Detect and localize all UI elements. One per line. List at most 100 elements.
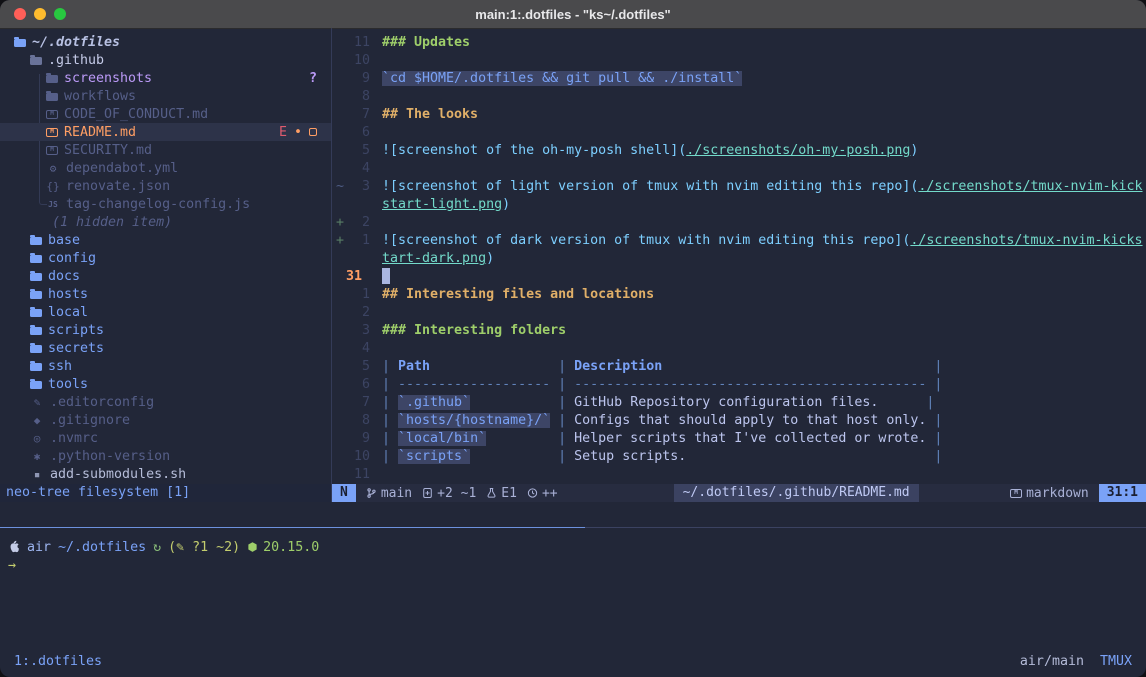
tree-item-config[interactable]: config (0, 249, 331, 267)
tree-item-editorconfig[interactable]: ✎ .editorconfig (0, 393, 331, 411)
minimize-button[interactable] (34, 8, 46, 20)
json-braces-icon: {} (46, 180, 60, 193)
folder-icon (30, 327, 42, 335)
tree-item-dependabot[interactable]: ⚙ dependabot.yml (0, 159, 331, 177)
tree-item-renovate[interactable]: {} renovate.json (0, 177, 331, 195)
editor-line[interactable]: 11 (332, 466, 1146, 484)
editor-line[interactable]: 1## Interesting files and locations (332, 286, 1146, 304)
line-text: `cd $HOME/.dotfiles && git pull && ./ins… (382, 70, 742, 88)
editor-buffer: 11### Updates 10 9 `cd $HOME/.dotfiles &&… (332, 28, 1146, 490)
line-number: 9 (346, 70, 370, 88)
tree-item-hosts[interactable]: hosts (0, 285, 331, 303)
git-diff-item: +2 ~1 (422, 486, 476, 501)
line-number: 8 (346, 412, 370, 430)
editor-line[interactable]: 11### Updates (332, 34, 1146, 52)
tree-item-label: tag-changelog-config.js (66, 197, 250, 212)
line-text: | `scripts` | Setup scripts. | (382, 448, 942, 466)
apple-icon (8, 540, 20, 554)
tree-item-screenshots[interactable]: screenshots ? (0, 69, 331, 87)
editor-line[interactable]: 4 (332, 340, 1146, 358)
editor-line[interactable]: ~3![screenshot of light version of tmux … (332, 178, 1146, 196)
tree-item-root[interactable]: ~/.dotfiles (0, 33, 331, 51)
editor-line[interactable]: 6 (332, 124, 1146, 142)
tmux-session-name: air/main (1020, 654, 1084, 669)
tree-item-tag-changelog[interactable]: JS tag-changelog-config.js (0, 195, 331, 213)
editor-line[interactable]: 3### Interesting folders (332, 322, 1146, 340)
tree-item-local[interactable]: local (0, 303, 331, 321)
shell-input-line[interactable]: → (8, 556, 16, 574)
editor-line[interactable]: 8 (332, 88, 1146, 106)
diamond-icon: ◆ (30, 414, 44, 427)
file-path: ~/.dotfiles/.github/README.md (674, 484, 919, 502)
editor-line[interactable]: 7## The looks (332, 106, 1146, 124)
tree-item-ssh[interactable]: ssh (0, 357, 331, 375)
tree-item-tools[interactable]: tools (0, 375, 331, 393)
tree-item-label: renovate.json (66, 179, 170, 194)
tree-item-scripts[interactable]: scripts (0, 321, 331, 339)
folder-icon (30, 291, 42, 299)
active-pane-border[interactable] (0, 527, 585, 528)
tree-item-label: base (48, 233, 80, 248)
line-number: 11 (346, 466, 370, 484)
line-text: | `local/bin` | Helper scripts that I've… (382, 430, 942, 448)
folder-icon (30, 345, 42, 353)
tree-item-label: hosts (48, 287, 88, 302)
mode-indicator: N (332, 484, 356, 502)
tree-item-label: screenshots (64, 71, 152, 86)
line-number: 10 (346, 52, 370, 70)
tree-item-label: README.md (64, 125, 136, 140)
tree-hidden-count: (1 hidden item) (0, 213, 331, 231)
line-number: 2 (346, 214, 370, 232)
editor-line[interactable]: +2 (332, 214, 1146, 232)
line-number: 7 (346, 106, 370, 124)
editor-line[interactable]: 4 (332, 160, 1146, 178)
line-number: 3 (346, 178, 370, 196)
editor-line[interactable]: 7| `.github` | GitHub Repository configu… (332, 394, 1146, 412)
tmux-window-tab[interactable]: 1:.dotfiles (14, 654, 102, 669)
editor-line[interactable]: 6| ------------------- | ---------------… (332, 376, 1146, 394)
editor-line[interactable]: 9| `local/bin` | Helper scripts that I'v… (332, 430, 1146, 448)
editor-line[interactable]: +1![screenshot of dark version of tmux w… (332, 232, 1146, 250)
tree-item-label: .gitignore (50, 413, 130, 428)
tree-item-gitignore[interactable]: ◆ .gitignore (0, 411, 331, 429)
node-segment: 20.15.0 (247, 540, 319, 555)
editor-line[interactable]: 2 (332, 304, 1146, 322)
tree-item-docs[interactable]: docs (0, 267, 331, 285)
tree-item-workflows[interactable]: workflows (0, 87, 331, 105)
editor-line[interactable]: 5![screenshot of the oh-my-posh shell](.… (332, 142, 1146, 160)
git-sync-icon: ↻ (153, 540, 161, 555)
flask-icon (486, 487, 497, 499)
tree-item-github[interactable]: .github (0, 51, 331, 69)
close-button[interactable] (14, 8, 26, 20)
markdown-icon (1010, 489, 1022, 498)
cwd-path: ~/.dotfiles (58, 540, 146, 555)
editor-line[interactable]: 10 (332, 52, 1146, 70)
editor-line-wrap[interactable]: tart-dark.png) (332, 250, 1146, 268)
editor-current-line[interactable]: 31 (332, 268, 1146, 286)
line-text: ## Interesting files and locations (382, 286, 654, 304)
tree-item-label: scripts (48, 323, 104, 338)
line-number: 1 (346, 232, 370, 250)
tree-item-readme-selected[interactable]: README.md E • (0, 123, 331, 141)
modified-dot-icon: • (294, 125, 302, 140)
editor-line[interactable]: 10| `scripts` | Setup scripts. | (332, 448, 1146, 466)
node-version: 20.15.0 (263, 540, 319, 555)
tree-item-add-submodules[interactable]: ▪ add-submodules.sh (0, 465, 331, 483)
tree-item-code-of-conduct[interactable]: CODE_OF_CONDUCT.md (0, 105, 331, 123)
tree-item-base[interactable]: base (0, 231, 331, 249)
inactive-pane-border[interactable] (585, 527, 1146, 528)
branch-name: main (381, 486, 412, 501)
tree-item-label: tools (48, 377, 88, 392)
tree-item-python-version[interactable]: ✱ .python-version (0, 447, 331, 465)
editor-line[interactable]: 5| Path | Description | (332, 358, 1146, 376)
hidden-items-label: (1 hidden item) (52, 215, 172, 230)
extra-item: ++ (527, 486, 558, 501)
editor-line[interactable]: 9 `cd $HOME/.dotfiles && git pull && ./in… (332, 70, 1146, 88)
editor-line-wrap[interactable]: start-light.png) (332, 196, 1146, 214)
editor-line[interactable]: 8| `hosts/{hostname}/` | Configs that sh… (332, 412, 1146, 430)
tree-item-nvmrc[interactable]: ◎ .nvmrc (0, 429, 331, 447)
zoom-button[interactable] (54, 8, 66, 20)
tree-item-security[interactable]: SECURITY.md (0, 141, 331, 159)
tree-item-label: secrets (48, 341, 104, 356)
tree-item-secrets[interactable]: secrets (0, 339, 331, 357)
